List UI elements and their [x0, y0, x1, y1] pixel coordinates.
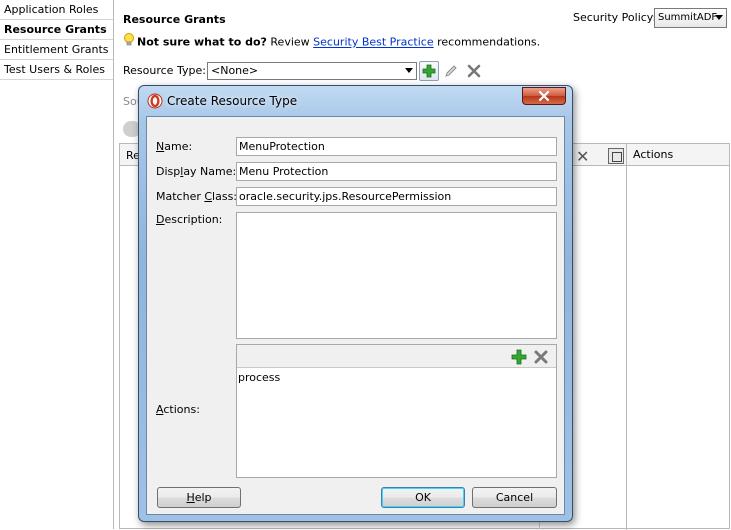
grid-settings-icon[interactable] — [608, 148, 624, 164]
remove-action-button[interactable] — [533, 349, 549, 365]
list-item[interactable]: process — [238, 371, 280, 385]
sidebar-item-application-roles[interactable]: Application Roles — [0, 0, 113, 20]
security-policy-select[interactable]: SummitADF — [654, 8, 727, 28]
description-label: Description: — [156, 213, 223, 226]
delete-resource-type-button[interactable] — [464, 61, 484, 81]
resource-type-label: Resource Type: — [123, 64, 206, 77]
dialog-body: Name: MenuProtection Display Name: Menu … — [146, 116, 565, 515]
lightbulb-icon — [123, 33, 135, 52]
edit-resource-type-button[interactable] — [441, 61, 461, 81]
display-name-field[interactable]: Menu Protection — [236, 162, 557, 181]
create-resource-type-dialog: Create Resource Type Name: MenuProtectio… — [138, 85, 573, 522]
best-practice-link[interactable]: Security Best Practice — [313, 36, 433, 49]
ok-button[interactable]: OK — [381, 487, 465, 508]
actions-list: process — [236, 344, 557, 478]
actions-toolbar — [237, 345, 556, 368]
add-action-button[interactable] — [511, 349, 527, 365]
display-name-label: Display Name: — [156, 165, 237, 178]
actions-label: Actions: — [156, 403, 200, 416]
name-field[interactable]: MenuProtection — [236, 137, 557, 156]
plus-icon — [422, 64, 436, 78]
page-title: Resource Grants — [123, 13, 226, 26]
resource-type-select[interactable]: <None> — [207, 62, 417, 80]
delete-icon — [534, 350, 548, 364]
sidebar: Application Roles Resource Grants Entitl… — [0, 0, 114, 529]
matcher-class-label: Matcher Class: — [156, 190, 238, 203]
actions-column-divider — [626, 144, 627, 530]
security-policy-label: Security Policy: — [573, 11, 657, 24]
close-icon — [538, 91, 550, 101]
matcher-class-field[interactable]: oracle.security.jps.ResourcePermission — [236, 187, 557, 206]
security-policy-value: SummitADF — [658, 12, 718, 23]
hint-bold: Not sure what to do? — [137, 35, 267, 49]
sidebar-item-resource-grants[interactable]: Resource Grants — [0, 20, 113, 40]
dialog-title: Create Resource Type — [167, 94, 298, 108]
delete-icon — [467, 64, 481, 78]
plus-icon — [511, 349, 527, 365]
oracle-logo-icon — [147, 93, 163, 109]
actions-column-header: Actions — [633, 148, 674, 161]
chevron-down-icon — [715, 15, 723, 20]
sidebar-item-test-users-roles[interactable]: Test Users & Roles — [0, 60, 113, 80]
hint-line: Not sure what to do? Review Security Bes… — [123, 33, 540, 49]
hint-pre: Review — [266, 35, 314, 49]
hint-post: recommendations. — [433, 35, 541, 49]
chevron-down-icon — [405, 68, 413, 73]
remove-grant-icon[interactable]: ✕ — [576, 147, 589, 166]
name-label: Name: — [156, 140, 193, 153]
close-button[interactable] — [522, 87, 566, 105]
resource-type-value: <None> — [211, 64, 259, 77]
sidebar-item-entitlement-grants[interactable]: Entitlement Grants — [0, 40, 113, 60]
add-resource-type-button[interactable] — [419, 61, 439, 81]
pencil-icon — [445, 65, 457, 77]
help-button[interactable]: Help — [157, 487, 241, 508]
description-textarea[interactable] — [236, 212, 557, 339]
cancel-button[interactable]: Cancel — [472, 487, 557, 508]
